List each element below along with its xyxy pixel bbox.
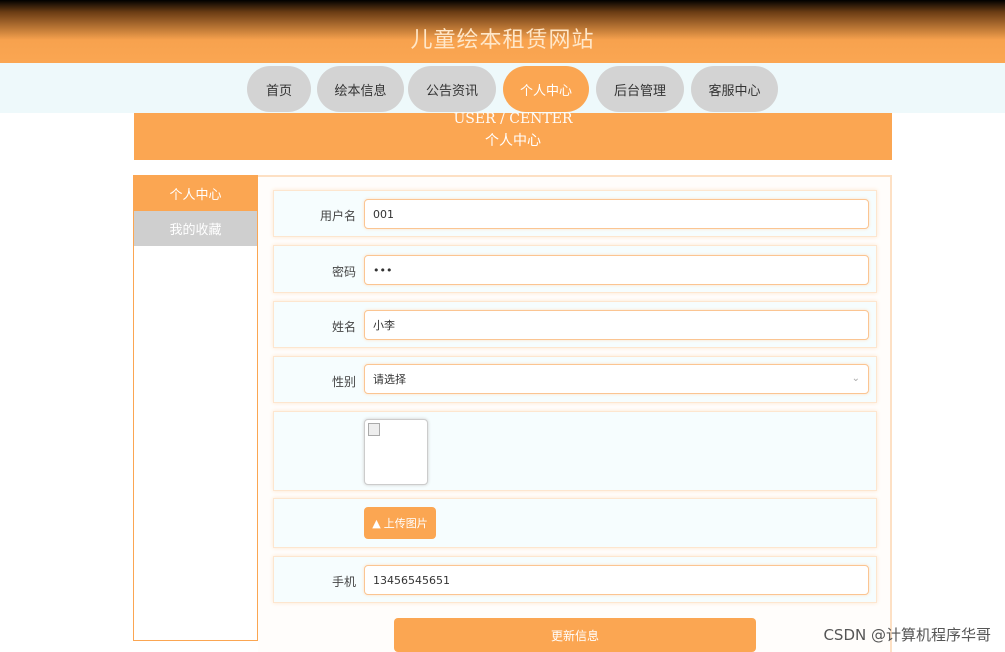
watermark: CSDN @计算机程序华哥 <box>823 626 991 644</box>
form-row-phone: 手机 13456545651 <box>273 556 877 603</box>
banner-subtitle: USER / CENTER <box>453 111 573 127</box>
password-label: 密码 <box>331 265 356 279</box>
broken-image-icon <box>368 423 380 436</box>
upload-icon: ▲ <box>372 516 381 530</box>
form-row-image <box>273 411 877 491</box>
form-row-password: 密码 ••• <box>273 245 877 293</box>
name-input[interactable]: 小李 <box>364 310 869 340</box>
sidebar: 个人中心 我的收藏 <box>133 175 258 641</box>
nav-personal-center[interactable]: 个人中心 <box>503 66 589 112</box>
username-input[interactable]: 001 <box>364 199 869 229</box>
nav-admin[interactable]: 后台管理 <box>596 66 684 112</box>
form-row-upload: ▲ 上传图片 <box>273 498 877 548</box>
page-title: 个人中心 <box>485 133 541 149</box>
form-row-name: 姓名 小李 <box>273 301 877 348</box>
phone-label: 手机 <box>331 575 356 589</box>
sidebar-item-personal-center[interactable]: 个人中心 <box>134 176 257 211</box>
sidebar-item-favorites[interactable]: 我的收藏 <box>134 211 257 246</box>
nav-announcements[interactable]: 公告资讯 <box>408 66 496 112</box>
update-info-button[interactable]: 更新信息 <box>394 618 756 652</box>
image-preview[interactable] <box>364 419 428 485</box>
site-title: 儿童绘本租赁网站 <box>410 28 595 53</box>
password-input[interactable]: ••• <box>364 255 869 285</box>
upload-image-button[interactable]: ▲ 上传图片 <box>364 507 436 539</box>
phone-input[interactable]: 13456545651 <box>364 565 869 595</box>
username-label: 用户名 <box>319 209 356 223</box>
gender-label: 性别 <box>331 375 356 389</box>
site-header: 儿童绘本租赁网站 <box>0 0 1005 63</box>
nav-home[interactable]: 首页 <box>247 66 311 112</box>
nav-customer-service[interactable]: 客服中心 <box>691 66 778 112</box>
gender-select[interactable]: 请选择 ⌄ <box>364 364 869 394</box>
form-row-username: 用户名 001 <box>273 190 877 237</box>
nav-picture-books[interactable]: 绘本信息 <box>317 66 404 112</box>
name-label: 姓名 <box>331 320 356 334</box>
upload-button-label: 上传图片 <box>383 517 428 530</box>
form-row-gender: 性别 请选择 ⌄ <box>273 356 877 403</box>
gender-select-value: 请选择 <box>373 373 406 386</box>
page-banner: USER / CENTER 个人中心 <box>134 111 892 160</box>
chevron-down-icon: ⌄ <box>851 373 860 384</box>
